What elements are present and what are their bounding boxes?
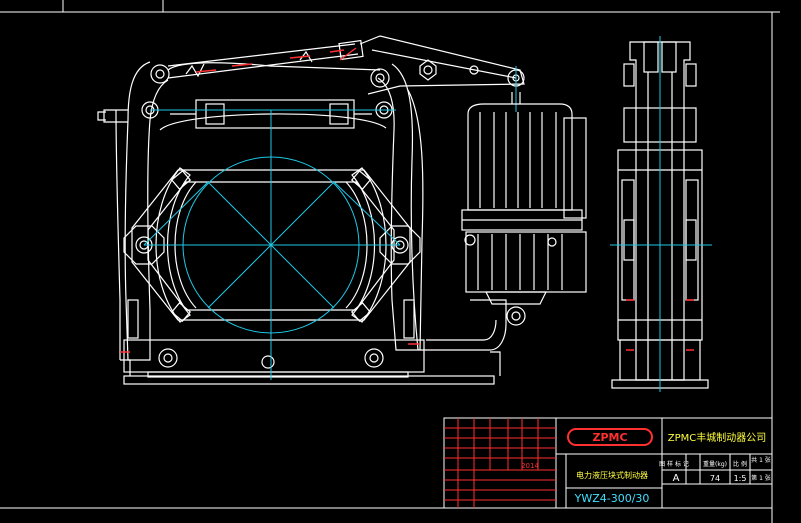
sheets-total: 共 1 张 bbox=[751, 456, 771, 464]
model-number: YWZ4-300/30 bbox=[574, 492, 650, 505]
year: 2014 bbox=[521, 462, 539, 470]
stage-mark: A bbox=[673, 473, 680, 484]
weight-value: 74 bbox=[710, 474, 720, 483]
sheet-number: 第 1 张 bbox=[751, 474, 771, 482]
logo-text: ZPMC bbox=[592, 431, 627, 444]
company-name: ZPMC丰城制动器公司 bbox=[668, 431, 767, 444]
header-scale: 比 例 bbox=[733, 460, 747, 468]
header-stage: 图 样 标 记 bbox=[659, 460, 689, 468]
header-weight: 重量(kg) bbox=[703, 460, 727, 468]
brake-drawing: ZPMC ZPMC丰城制动器公司 电力液压块式制动器 YWZ4-300/30 2… bbox=[0, 0, 801, 523]
product-name: 电力液压块式制动器 bbox=[576, 470, 648, 480]
scale-value: 1:5 bbox=[734, 474, 747, 483]
